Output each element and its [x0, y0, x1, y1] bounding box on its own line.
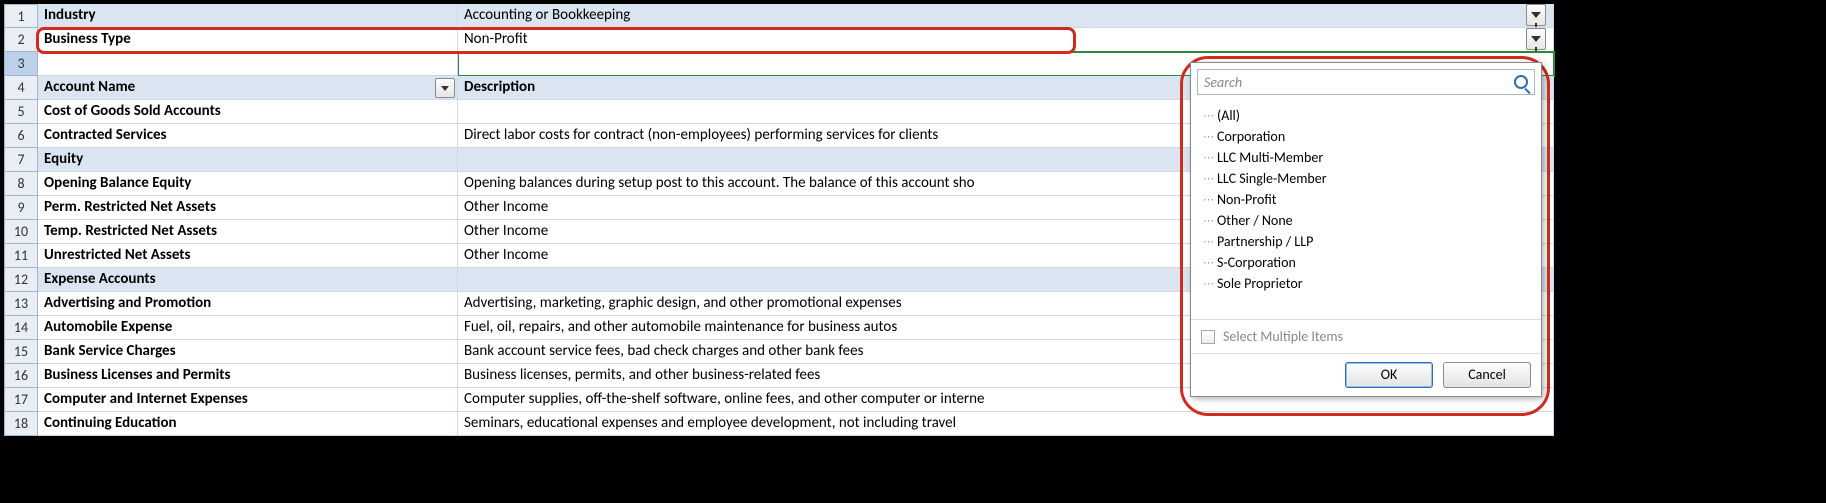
cell-account-name[interactable]: Opening Balance Equity [38, 172, 458, 196]
cell-account-name[interactable]: Cost of Goods Sold Accounts [38, 100, 458, 124]
row-number[interactable]: 2 [4, 28, 38, 52]
select-multiple-row[interactable]: Select Multiple Items [1191, 319, 1541, 353]
column-filter-dropdown-icon[interactable] [435, 78, 455, 98]
filter-tree-item[interactable]: ⋯ Partnership / LLP [1201, 231, 1531, 252]
popup-button-row: OK Cancel [1191, 353, 1541, 396]
ok-button[interactable]: OK [1345, 362, 1433, 388]
tree-branch-icon: ⋯ [1203, 256, 1213, 269]
filter-tree-item-label: Corporation [1217, 128, 1285, 145]
filter-tree-item[interactable]: ⋯ S-Corporation [1201, 252, 1531, 273]
table-row[interactable]: 2Business TypeNon-Profit [4, 28, 1554, 52]
cell-account-name[interactable]: Account Name [38, 76, 458, 100]
cell-account-name[interactable]: Industry [38, 4, 458, 28]
row-number[interactable]: 4 [4, 76, 38, 100]
row-number[interactable]: 16 [4, 364, 38, 388]
cell-account-name[interactable] [38, 52, 458, 76]
table-row[interactable]: 18Continuing EducationSeminars, educatio… [4, 412, 1554, 436]
filter-tree-item[interactable]: ⋯ LLC Multi-Member [1201, 147, 1531, 168]
cell-account-name[interactable]: Advertising and Promotion [38, 292, 458, 316]
filter-popup: Search ⋯ (All) ⋯ Corporation ⋯ LLC Multi-Memb… [1190, 62, 1542, 397]
cell-description[interactable]: Non-Profit [458, 28, 1554, 52]
row-number[interactable]: 12 [4, 268, 38, 292]
cell-description[interactable]: Accounting or Bookkeeping [458, 4, 1554, 28]
cell-description[interactable]: Seminars, educational expenses and emplo… [458, 412, 1554, 436]
cell-account-name[interactable]: Business Type [38, 28, 458, 52]
tree-branch-icon: ⋯ [1203, 172, 1213, 185]
tree-branch-icon: ⋯ [1203, 214, 1213, 227]
filter-tree-item-label: Partnership / LLP [1217, 233, 1313, 250]
search-icon [1514, 75, 1528, 89]
cell-account-name[interactable]: Expense Accounts [38, 268, 458, 292]
filter-tree-item-label: Sole Proprietor [1217, 275, 1303, 292]
tree-branch-icon: ⋯ [1203, 235, 1213, 248]
select-multiple-label: Select Multiple Items [1223, 328, 1343, 345]
select-multiple-checkbox[interactable] [1201, 330, 1215, 344]
cell-account-name[interactable]: Unrestricted Net Assets [38, 244, 458, 268]
cell-account-name[interactable]: Bank Service Charges [38, 340, 458, 364]
row-number[interactable]: 14 [4, 316, 38, 340]
filter-tree-item-label: LLC Multi-Member [1217, 149, 1323, 166]
row-number[interactable]: 17 [4, 388, 38, 412]
cell-account-name[interactable]: Business Licenses and Permits [38, 364, 458, 388]
search-placeholder: Search [1204, 74, 1242, 91]
filter-tree-item-label: S-Corporation [1217, 254, 1296, 271]
tree-branch-icon: ⋯ [1203, 277, 1213, 290]
cell-account-name[interactable]: Contracted Services [38, 124, 458, 148]
filter-search-input[interactable]: Search [1197, 69, 1535, 95]
filter-tree-item-label: (All) [1217, 107, 1240, 124]
cell-account-name[interactable]: Automobile Expense [38, 316, 458, 340]
cell-account-name[interactable]: Temp. Restricted Net Assets [38, 220, 458, 244]
row-number[interactable]: 8 [4, 172, 38, 196]
row-number[interactable]: 13 [4, 292, 38, 316]
row-number[interactable]: 7 [4, 148, 38, 172]
filter-tree-item[interactable]: ⋯ Sole Proprietor [1201, 273, 1531, 294]
cancel-button[interactable]: Cancel [1443, 362, 1531, 388]
row-number[interactable]: 3 [4, 52, 38, 76]
right-filter-column [1526, 4, 1550, 52]
filter-tree-item-label: LLC Single-Member [1217, 170, 1327, 187]
filter-tree-item[interactable]: ⋯ Other / None [1201, 210, 1531, 231]
filter-tree-item[interactable]: ⋯ Corporation [1201, 126, 1531, 147]
filter-tree: ⋯ (All) ⋯ Corporation ⋯ LLC Multi-Member ⋯ LLC … [1191, 101, 1541, 319]
row-number[interactable]: 9 [4, 196, 38, 220]
filter-tree-item[interactable]: ⋯ LLC Single-Member [1201, 168, 1531, 189]
cell-account-name[interactable]: Continuing Education [38, 412, 458, 436]
cell-account-name[interactable]: Perm. Restricted Net Assets [38, 196, 458, 220]
row-number[interactable]: 5 [4, 100, 38, 124]
cell-account-name[interactable]: Computer and Internet Expenses [38, 388, 458, 412]
row-number[interactable]: 6 [4, 124, 38, 148]
tree-branch-icon: ⋯ [1203, 151, 1213, 164]
table-row[interactable]: 1IndustryAccounting or Bookkeeping [4, 4, 1554, 28]
filter-icon-row1[interactable] [1526, 4, 1546, 26]
filter-tree-item-label: Non-Profit [1217, 191, 1276, 208]
row-number[interactable]: 18 [4, 412, 38, 436]
filter-tree-item[interactable]: ⋯ Non-Profit [1201, 189, 1531, 210]
filter-tree-item-label: Other / None [1217, 212, 1293, 229]
tree-branch-icon: ⋯ [1203, 130, 1213, 143]
row-number[interactable]: 11 [4, 244, 38, 268]
row-number[interactable]: 15 [4, 340, 38, 364]
tree-branch-icon: ⋯ [1203, 109, 1213, 122]
filter-tree-item[interactable]: ⋯ (All) [1201, 105, 1531, 126]
cell-account-name[interactable]: Equity [38, 148, 458, 172]
tree-branch-icon: ⋯ [1203, 193, 1213, 206]
filter-icon-row2[interactable] [1526, 28, 1546, 50]
row-number[interactable]: 10 [4, 220, 38, 244]
row-number[interactable]: 1 [4, 4, 38, 28]
